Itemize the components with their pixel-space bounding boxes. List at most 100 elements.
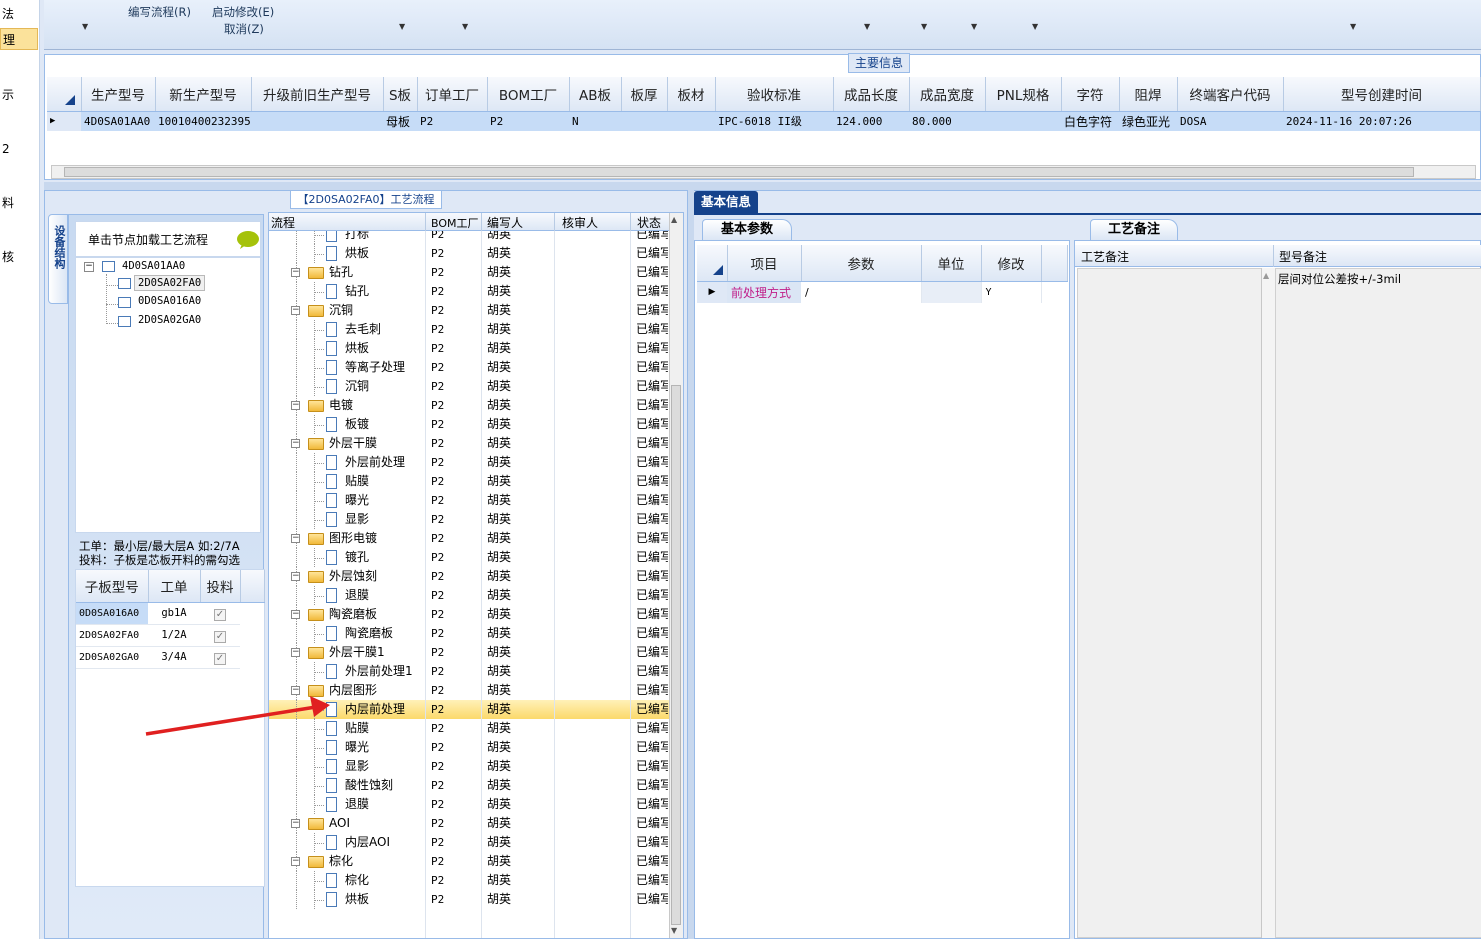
horizontal-scrollbar[interactable] (51, 165, 1476, 179)
scroll-up-icon[interactable]: ▲ (1263, 271, 1269, 280)
column-header[interactable]: 生产型号 (81, 77, 156, 112)
flow-step-row[interactable]: 棕化 P2 胡英 已编写 (269, 871, 669, 890)
column-header[interactable]: 状态 (637, 214, 661, 231)
tree-node[interactable]: 0D0SA016A0 (138, 295, 201, 307)
table-cell[interactable]: gb1A (148, 602, 200, 625)
table-cell[interactable]: 2D0SA02FA0 (76, 624, 148, 647)
tab-basic-info[interactable]: 基本信息 (694, 191, 758, 213)
flow-group-row[interactable]: − 图形电镀 P2 胡英 已编写 (269, 529, 669, 548)
collapse-icon[interactable]: − (291, 268, 300, 277)
table-cell[interactable]: / (801, 281, 922, 303)
left-nav-item[interactable]: 核 (0, 246, 38, 268)
horizontal-splitter[interactable] (44, 182, 1481, 190)
flow-step-row[interactable]: 烘板 P2 胡英 已编写 (269, 890, 669, 909)
flow-group-row[interactable]: − 外层蚀刻 P2 胡英 已编写 (269, 567, 669, 586)
table-cell[interactable]: 0D0SA016A0 (76, 602, 148, 625)
table-cell[interactable]: IPC-6018 II级 (715, 111, 833, 131)
table-row[interactable]: ▶ 4D0SA01AA0 10010400232395 母板 P2 P2 N I… (47, 111, 1480, 131)
column-header[interactable]: 单位 (921, 245, 982, 282)
table-row[interactable]: 0D0SA016A0 gb1A ✓ (76, 602, 264, 625)
column-header[interactable]: 核审人 (562, 214, 598, 231)
column-header[interactable]: 新生产型号 (155, 77, 252, 112)
flow-step-row[interactable]: 曝光 P2 胡英 已编写 (269, 491, 669, 510)
collapse-icon[interactable]: − (291, 401, 300, 410)
column-header[interactable]: PNL规格 (985, 77, 1062, 112)
flow-step-row[interactable]: 沉铜 P2 胡英 已编写 (269, 377, 669, 396)
column-header[interactable]: 编写人 (487, 214, 523, 231)
flow-step-row[interactable]: 陶瓷磨板 P2 胡英 已编写 (269, 624, 669, 643)
column-header[interactable]: 型号创建时间 (1283, 77, 1481, 112)
table-cell[interactable]: 124.000 (833, 111, 909, 131)
left-nav-item[interactable]: 料 (0, 192, 38, 214)
vertical-scrollbar[interactable]: ▲ ▼ (669, 213, 683, 938)
scrollbar-thumb[interactable] (64, 167, 1414, 177)
column-header[interactable]: BOM工厂 (487, 77, 570, 112)
dropdown-arrow-icon[interactable]: ▼ (971, 22, 977, 31)
collapse-icon[interactable]: − (291, 306, 300, 315)
flow-group-row[interactable]: − 棕化 P2 胡英 已编写 (269, 852, 669, 871)
flow-group-row[interactable]: − 外层干膜 P2 胡英 已编写 (269, 434, 669, 453)
column-header[interactable]: 板材 (667, 77, 716, 112)
table-cell[interactable] (921, 281, 982, 303)
collapse-icon[interactable]: − (291, 534, 300, 543)
dropdown-arrow-icon[interactable]: ▼ (82, 22, 88, 31)
table-cell[interactable]: 1/2A (148, 624, 200, 647)
column-header[interactable]: 阻焊 (1119, 77, 1178, 112)
column-header[interactable]: 子板型号 (76, 570, 149, 603)
collapse-icon[interactable]: − (291, 648, 300, 657)
collapse-icon[interactable]: − (291, 819, 300, 828)
dropdown-arrow-icon[interactable]: ▼ (399, 22, 405, 31)
vertical-scrollbar[interactable]: ▲ (1261, 268, 1275, 938)
feed-checkbox[interactable]: ✓ (214, 652, 226, 665)
table-cell[interactable]: DOSA (1177, 111, 1283, 131)
column-header[interactable]: 项目 (727, 245, 802, 282)
table-cell[interactable]: 2D0SA02GA0 (76, 646, 148, 669)
collapse-icon[interactable]: − (291, 439, 300, 448)
flow-step-row[interactable]: 镀孔 P2 胡英 已编写 (269, 548, 669, 567)
column-header[interactable]: 升级前旧生产型号 (251, 77, 384, 112)
flow-group-row[interactable]: − 沉铜 P2 胡英 已编写 (269, 301, 669, 320)
table-cell[interactable]: N (569, 111, 621, 131)
collapse-icon[interactable]: − (291, 857, 300, 866)
flow-step-row[interactable]: 等离子处理 P2 胡英 已编写 (269, 358, 669, 377)
start-modify-button[interactable]: 启动修改(E) (212, 4, 274, 20)
column-header[interactable]: 验收标准 (715, 77, 834, 112)
column-header[interactable]: 投料 (200, 570, 241, 603)
process-note-textarea[interactable] (1077, 268, 1263, 938)
column-header[interactable]: 订单工厂 (417, 77, 488, 112)
flow-step-row[interactable]: 退膜 P2 胡英 已编写 (269, 586, 669, 605)
table-row[interactable]: 2D0SA02GA0 3/4A ✓ (76, 646, 264, 669)
column-header[interactable]: 终端客户代码 (1177, 77, 1284, 112)
cancel-button[interactable]: 取消(Z) (224, 21, 264, 37)
flow-step-row[interactable]: 显影 P2 胡英 已编写 (269, 510, 669, 529)
table-cell[interactable]: 前处理方式 (727, 281, 801, 303)
column-header[interactable]: 参数 (801, 245, 922, 282)
dropdown-arrow-icon[interactable]: ▼ (1032, 22, 1038, 31)
flow-step-row[interactable]: 板镀 P2 胡英 已编写 (269, 415, 669, 434)
tab-basic-params[interactable]: 基本参数 (702, 219, 792, 240)
column-header[interactable]: 成品宽度 (909, 77, 986, 112)
flow-group-row[interactable]: − 电镀 P2 胡英 已编写 (269, 396, 669, 415)
flow-step-row[interactable]: 钻孔 P2 胡英 已编写 (269, 282, 669, 301)
table-cell[interactable]: 母板 (383, 111, 417, 131)
column-header[interactable]: 流程 (271, 214, 295, 231)
feed-checkbox[interactable]: ✓ (214, 630, 226, 643)
tree-node-selected[interactable]: 2D0SA02FA0 (134, 275, 206, 291)
left-nav-item[interactable]: 2 (0, 138, 38, 160)
left-nav-item-selected[interactable]: 理 (0, 28, 38, 50)
feed-checkbox[interactable]: ✓ (214, 608, 226, 621)
table-cell[interactable]: 80.000 (909, 111, 985, 131)
flow-step-row[interactable]: 贴膜 P2 胡英 已编写 (269, 472, 669, 491)
table-cell[interactable]: 2024-11-16 20:07:26 (1283, 111, 1480, 131)
column-header[interactable]: 字符 (1061, 77, 1120, 112)
column-header[interactable]: 板厚 (621, 77, 668, 112)
table-cell[interactable]: P2 (417, 111, 487, 131)
table-cell[interactable]: 10010400232395 (155, 111, 251, 131)
table-cell[interactable]: 白色字符 (1061, 111, 1119, 131)
column-header[interactable]: 工单 (148, 570, 201, 603)
table-cell[interactable]: 4D0SA01AA0 (81, 111, 155, 131)
model-note-textarea[interactable]: 层间对位公差按+/-3mil (1275, 268, 1481, 938)
left-nav-item[interactable]: 法 (0, 3, 38, 25)
flow-step-row[interactable]: 酸性蚀刻 P2 胡英 已编写 (269, 776, 669, 795)
flow-step-row[interactable]: 外层前处理1 P2 胡英 已编写 (269, 662, 669, 681)
